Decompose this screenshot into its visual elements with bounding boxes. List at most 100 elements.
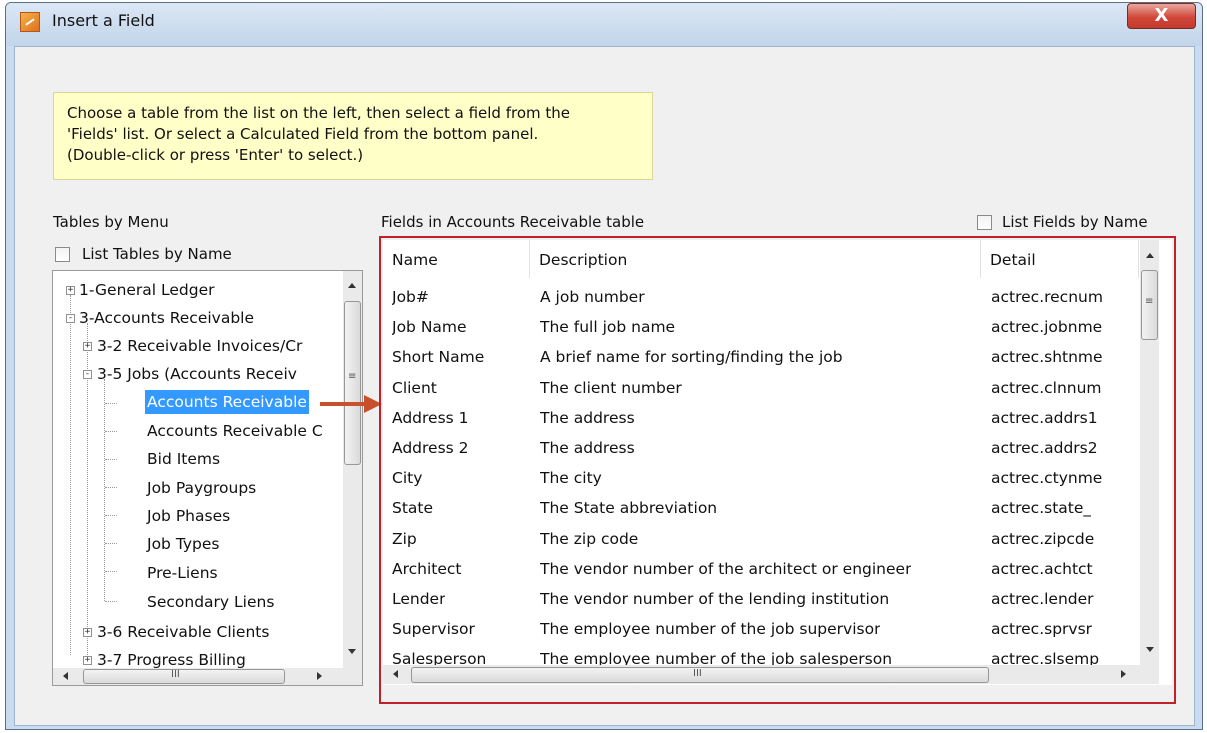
field-name-cell: City bbox=[392, 469, 423, 488]
field-detail-cell: actrec.ctynme bbox=[991, 469, 1103, 488]
field-description-cell: The zip code bbox=[540, 529, 639, 548]
table-row[interactable]: Job Name The full job name actrec.jobnme bbox=[383, 312, 1140, 342]
title-bar[interactable] bbox=[6, 3, 1202, 46]
scroll-up-arrow-icon[interactable] bbox=[348, 283, 356, 288]
field-description-cell: The State abbreviation bbox=[540, 499, 718, 518]
tree-item-job-types[interactable]: Job Types bbox=[147, 532, 220, 556]
tree-horizontal-scroll-thumb[interactable] bbox=[83, 669, 285, 684]
instruction-line: Choose a table from the list on the left… bbox=[67, 104, 571, 122]
scroll-right-arrow-icon[interactable] bbox=[1121, 670, 1126, 678]
field-name-cell: Job# bbox=[392, 288, 429, 306]
field-name-cell: State bbox=[392, 499, 434, 518]
field-detail-cell: actrec.achtct bbox=[991, 559, 1093, 578]
tree-item-receivable-clients[interactable]: 3-6 Receivable Clients bbox=[97, 620, 269, 644]
table-row[interactable]: Lender The vendor number of the lending i… bbox=[383, 584, 1140, 614]
list-tables-by-name-checkbox[interactable] bbox=[55, 247, 70, 262]
arrow-right-icon bbox=[320, 395, 382, 413]
scroll-left-arrow-icon[interactable] bbox=[393, 670, 398, 678]
field-description-cell: The full job name bbox=[540, 318, 676, 337]
field-detail-cell: actrec.state_ bbox=[991, 499, 1092, 518]
scroll-down-arrow-icon[interactable] bbox=[1146, 647, 1154, 652]
field-description-cell: The address bbox=[540, 439, 635, 457]
collapse-icon[interactable]: - bbox=[66, 314, 75, 323]
field-detail-cell: actrec.recnum bbox=[991, 288, 1103, 306]
field-name-cell: Lender bbox=[392, 590, 446, 608]
expand-icon[interactable]: + bbox=[66, 286, 75, 295]
tree-item-accounts-receivable-c[interactable]: Accounts Receivable C bbox=[147, 419, 323, 443]
field-name-cell: Zip bbox=[392, 529, 417, 548]
tree-item-bid-items[interactable]: Bid Items bbox=[147, 447, 220, 471]
grip-icon: III bbox=[171, 669, 180, 680]
instruction-line: 'Fields' list. Or select a Calculated Fi… bbox=[67, 125, 539, 143]
grip-icon: ≡ bbox=[1145, 296, 1154, 307]
instruction-line: (Double-click or press 'Enter' to select… bbox=[67, 146, 364, 164]
field-name-cell: Job Name bbox=[392, 318, 467, 337]
field-description-cell: The client number bbox=[540, 378, 682, 397]
field-description-cell: A brief name for sorting/finding the job bbox=[540, 348, 843, 367]
field-description-cell: The employee number of the job superviso… bbox=[540, 620, 881, 639]
column-header-description[interactable]: Description bbox=[530, 240, 981, 278]
expand-icon[interactable]: + bbox=[83, 628, 92, 637]
table-row[interactable]: Client The client number actrec.clnnum bbox=[383, 373, 1140, 403]
tables-by-menu-label: Tables by Menu bbox=[53, 213, 169, 231]
table-row[interactable]: Zip The zip code actrec.zipcde bbox=[383, 524, 1140, 554]
scroll-up-arrow-icon[interactable] bbox=[1146, 253, 1154, 258]
field-name-cell: Architect bbox=[392, 559, 462, 578]
tree-item-job-paygroups[interactable]: Job Paygroups bbox=[147, 476, 256, 500]
list-fields-by-name-label[interactable]: List Fields by Name bbox=[1002, 213, 1148, 231]
field-detail-cell: actrec.addrs1 bbox=[991, 408, 1098, 427]
grip-icon: III bbox=[693, 668, 702, 679]
tree-vertical-scroll-thumb[interactable] bbox=[344, 301, 361, 465]
app-icon bbox=[20, 12, 40, 32]
tree-item-general-ledger[interactable]: 1-General Ledger bbox=[79, 278, 215, 302]
tree-item-job-phases[interactable]: Job Phases bbox=[147, 504, 230, 528]
field-name-cell: Address 2 bbox=[392, 439, 469, 457]
scroll-left-arrow-icon[interactable] bbox=[63, 672, 68, 680]
field-detail-cell: actrec.addrs2 bbox=[991, 439, 1098, 457]
table-row[interactable]: Architect The vendor number of the archit… bbox=[383, 554, 1140, 584]
fields-list[interactable]: Name Description Detail Job# A job number… bbox=[383, 240, 1172, 685]
field-detail-cell: actrec.clnnum bbox=[991, 378, 1102, 397]
tree-item-pre-liens[interactable]: Pre-Liens bbox=[147, 561, 218, 585]
field-name-cell: Client bbox=[392, 378, 437, 397]
field-description-cell: The vendor number of the architect or en… bbox=[540, 559, 912, 578]
collapse-icon[interactable]: - bbox=[83, 370, 92, 379]
column-header-name[interactable]: Name bbox=[383, 240, 530, 278]
grip-icon: ≡ bbox=[348, 371, 357, 382]
table-row[interactable]: City The city actrec.ctynme bbox=[383, 463, 1140, 493]
list-fields-by-name-checkbox[interactable] bbox=[977, 215, 992, 230]
window-title: Insert a Field bbox=[52, 11, 155, 30]
field-name-cell: Address 1 bbox=[392, 408, 469, 427]
field-description-cell: The vendor number of the lending institu… bbox=[540, 590, 890, 608]
field-detail-cell: actrec.jobnme bbox=[991, 318, 1103, 337]
table-row[interactable]: Address 1 The address actrec.addrs1 bbox=[383, 403, 1140, 433]
table-row[interactable]: Short Name A brief name for sorting/findi… bbox=[383, 342, 1140, 372]
close-button[interactable]: X bbox=[1127, 3, 1196, 29]
tree-item-receivable-invoices[interactable]: 3-2 Receivable Invoices/Cr bbox=[97, 334, 302, 358]
scroll-right-arrow-icon[interactable] bbox=[317, 672, 322, 680]
expand-icon[interactable]: + bbox=[83, 342, 92, 351]
table-row[interactable]: Supervisor The employee number of the job… bbox=[383, 614, 1140, 644]
table-row[interactable]: Address 2 The address actrec.addrs2 bbox=[383, 433, 1140, 463]
table-row[interactable]: State The State abbreviation actrec.state_ bbox=[383, 493, 1140, 523]
field-detail-cell: actrec.zipcde bbox=[991, 529, 1095, 548]
field-detail-cell: actrec.shtnme bbox=[991, 348, 1103, 367]
field-description-cell: A job number bbox=[540, 288, 645, 306]
field-description-cell: The city bbox=[540, 469, 602, 488]
table-row[interactable]: Job# A job number actrec.recnum bbox=[383, 282, 1140, 312]
field-detail-cell: actrec.sprvsr bbox=[991, 620, 1093, 639]
expand-icon[interactable]: + bbox=[83, 656, 92, 665]
list-tables-by-name-label[interactable]: List Tables by Name bbox=[82, 245, 232, 263]
column-header-detail[interactable]: Detail bbox=[981, 240, 1139, 278]
tree-item-accounts-receivable-table[interactable]: Accounts Receivable bbox=[145, 390, 309, 414]
tree-item-accounts-receivable-menu[interactable]: 3-Accounts Receivable bbox=[79, 306, 254, 330]
field-name-cell: Short Name bbox=[392, 348, 485, 367]
fields-section-label: Fields in Accounts Receivable table bbox=[381, 213, 645, 231]
field-detail-cell: actrec.lender bbox=[991, 590, 1094, 608]
scroll-down-arrow-icon[interactable] bbox=[348, 649, 356, 654]
tree-item-jobs[interactable]: 3-5 Jobs (Accounts Receiv bbox=[97, 362, 297, 386]
tables-tree[interactable]: + 1-General Ledger - 3-Accounts Receivab… bbox=[52, 270, 363, 686]
tree-item-secondary-liens[interactable]: Secondary Liens bbox=[147, 590, 274, 614]
field-description-cell: The address bbox=[540, 408, 635, 427]
instruction-note: Choose a table from the list on the left… bbox=[53, 92, 653, 180]
